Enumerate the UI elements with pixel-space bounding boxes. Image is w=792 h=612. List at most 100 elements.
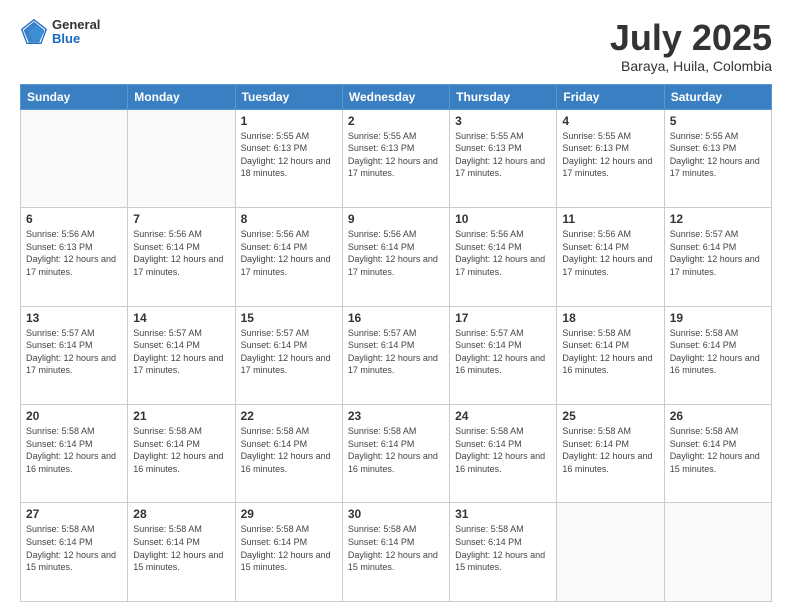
calendar-title: July 2025 xyxy=(610,18,772,58)
day-number: 16 xyxy=(348,311,444,325)
day-info: Sunrise: 5:58 AM Sunset: 6:14 PM Dayligh… xyxy=(348,523,444,573)
table-row: 26 Sunrise: 5:58 AM Sunset: 6:14 PM Dayli… xyxy=(664,405,771,503)
day-number: 27 xyxy=(26,507,122,521)
day-number: 24 xyxy=(455,409,551,423)
table-row: 25 Sunrise: 5:58 AM Sunset: 6:14 PM Dayli… xyxy=(557,405,664,503)
day-info: Sunrise: 5:55 AM Sunset: 6:13 PM Dayligh… xyxy=(562,130,658,180)
col-monday: Monday xyxy=(128,84,235,109)
day-info: Sunrise: 5:55 AM Sunset: 6:13 PM Dayligh… xyxy=(241,130,337,180)
calendar-week-row: 6Sunrise: 5:56 AM Sunset: 6:13 PM Daylig… xyxy=(21,208,772,306)
day-number: 19 xyxy=(670,311,766,325)
logo: General Blue xyxy=(20,18,100,47)
table-row: 21 Sunrise: 5:58 AM Sunset: 6:14 PM Dayli… xyxy=(128,405,235,503)
table-row: 29 Sunrise: 5:58 AM Sunset: 6:14 PM Dayli… xyxy=(235,503,342,602)
day-number: 30 xyxy=(348,507,444,521)
day-info: Sunrise: 5:58 AM Sunset: 6:14 PM Dayligh… xyxy=(241,523,337,573)
day-number: 2 xyxy=(348,114,444,128)
day-number: 25 xyxy=(562,409,658,423)
col-wednesday: Wednesday xyxy=(342,84,449,109)
table-row xyxy=(664,503,771,602)
day-info: Sunrise: 5:58 AM Sunset: 6:14 PM Dayligh… xyxy=(455,523,551,573)
day-info: Sunrise: 5:58 AM Sunset: 6:14 PM Dayligh… xyxy=(670,425,766,475)
day-info: Sunrise: 5:55 AM Sunset: 6:13 PM Dayligh… xyxy=(348,130,444,180)
table-row: 28 Sunrise: 5:58 AM Sunset: 6:14 PM Dayli… xyxy=(128,503,235,602)
day-number: 3 xyxy=(455,114,551,128)
day-info: Sunrise: 5:57 AM Sunset: 6:14 PM Dayligh… xyxy=(133,327,229,377)
calendar-subtitle: Baraya, Huila, Colombia xyxy=(610,58,772,74)
day-number: 12 xyxy=(670,212,766,226)
day-info: Sunrise: 5:58 AM Sunset: 6:14 PM Dayligh… xyxy=(133,425,229,475)
day-info: Sunrise: 5:57 AM Sunset: 6:14 PM Dayligh… xyxy=(455,327,551,377)
day-info: Sunrise: 5:58 AM Sunset: 6:14 PM Dayligh… xyxy=(241,425,337,475)
day-info: Sunrise: 5:56 AM Sunset: 6:14 PM Dayligh… xyxy=(241,228,337,278)
table-row: 23Sunrise: 5:58 AM Sunset: 6:14 PM Dayli… xyxy=(342,405,449,503)
day-info: Sunrise: 5:55 AM Sunset: 6:13 PM Dayligh… xyxy=(455,130,551,180)
table-row xyxy=(21,109,128,207)
table-row: 3 Sunrise: 5:55 AM Sunset: 6:13 PM Daylig… xyxy=(450,109,557,207)
day-info: Sunrise: 5:57 AM Sunset: 6:14 PM Dayligh… xyxy=(26,327,122,377)
calendar-week-row: 13 Sunrise: 5:57 AM Sunset: 6:14 PM Dayli… xyxy=(21,306,772,404)
table-row: 1 Sunrise: 5:55 AM Sunset: 6:13 PM Daylig… xyxy=(235,109,342,207)
day-number: 1 xyxy=(241,114,337,128)
col-friday: Friday xyxy=(557,84,664,109)
day-number: 8 xyxy=(241,212,337,226)
table-row: 7 Sunrise: 5:56 AM Sunset: 6:14 PM Daylig… xyxy=(128,208,235,306)
table-row: 12 Sunrise: 5:57 AM Sunset: 6:14 PM Dayli… xyxy=(664,208,771,306)
day-number: 23 xyxy=(348,409,444,423)
day-number: 7 xyxy=(133,212,229,226)
table-row: 5 Sunrise: 5:55 AM Sunset: 6:13 PM Daylig… xyxy=(664,109,771,207)
calendar-header-row: Sunday Monday Tuesday Wednesday Thursday… xyxy=(21,84,772,109)
day-info: Sunrise: 5:56 AM Sunset: 6:13 PM Dayligh… xyxy=(26,228,122,278)
table-row: 30 Sunrise: 5:58 AM Sunset: 6:14 PM Dayli… xyxy=(342,503,449,602)
calendar-week-row: 27 Sunrise: 5:58 AM Sunset: 6:14 PM Dayli… xyxy=(21,503,772,602)
table-row: 18Sunrise: 5:58 AM Sunset: 6:14 PM Dayli… xyxy=(557,306,664,404)
table-row: 2 Sunrise: 5:55 AM Sunset: 6:13 PM Daylig… xyxy=(342,109,449,207)
day-info: Sunrise: 5:58 AM Sunset: 6:14 PM Dayligh… xyxy=(133,523,229,573)
logo-blue-text: Blue xyxy=(52,32,100,46)
col-saturday: Saturday xyxy=(664,84,771,109)
day-number: 28 xyxy=(133,507,229,521)
day-number: 26 xyxy=(670,409,766,423)
page: General Blue July 2025 Baraya, Huila, Co… xyxy=(0,0,792,612)
day-info: Sunrise: 5:56 AM Sunset: 6:14 PM Dayligh… xyxy=(133,228,229,278)
day-info: Sunrise: 5:58 AM Sunset: 6:14 PM Dayligh… xyxy=(26,425,122,475)
table-row: 27 Sunrise: 5:58 AM Sunset: 6:14 PM Dayli… xyxy=(21,503,128,602)
day-info: Sunrise: 5:57 AM Sunset: 6:14 PM Dayligh… xyxy=(241,327,337,377)
logo-general-text: General xyxy=(52,18,100,32)
day-number: 14 xyxy=(133,311,229,325)
day-number: 29 xyxy=(241,507,337,521)
day-number: 11 xyxy=(562,212,658,226)
col-tuesday: Tuesday xyxy=(235,84,342,109)
table-row: 14 Sunrise: 5:57 AM Sunset: 6:14 PM Dayli… xyxy=(128,306,235,404)
day-info: Sunrise: 5:56 AM Sunset: 6:14 PM Dayligh… xyxy=(562,228,658,278)
day-info: Sunrise: 5:56 AM Sunset: 6:14 PM Dayligh… xyxy=(455,228,551,278)
day-info: Sunrise: 5:57 AM Sunset: 6:14 PM Dayligh… xyxy=(670,228,766,278)
table-row xyxy=(557,503,664,602)
table-row: 6Sunrise: 5:56 AM Sunset: 6:13 PM Daylig… xyxy=(21,208,128,306)
table-row: 24 Sunrise: 5:58 AM Sunset: 6:14 PM Dayli… xyxy=(450,405,557,503)
table-row: 20 Sunrise: 5:58 AM Sunset: 6:14 PM Dayli… xyxy=(21,405,128,503)
day-number: 21 xyxy=(133,409,229,423)
table-row: 31 Sunrise: 5:58 AM Sunset: 6:14 PM Dayli… xyxy=(450,503,557,602)
day-info: Sunrise: 5:55 AM Sunset: 6:13 PM Dayligh… xyxy=(670,130,766,180)
day-info: Sunrise: 5:57 AM Sunset: 6:14 PM Dayligh… xyxy=(348,327,444,377)
day-number: 20 xyxy=(26,409,122,423)
title-block: July 2025 Baraya, Huila, Colombia xyxy=(610,18,772,74)
day-number: 18 xyxy=(562,311,658,325)
day-number: 31 xyxy=(455,507,551,521)
table-row: 19Sunrise: 5:58 AM Sunset: 6:14 PM Dayli… xyxy=(664,306,771,404)
table-row: 11 Sunrise: 5:56 AM Sunset: 6:14 PM Dayli… xyxy=(557,208,664,306)
header: General Blue July 2025 Baraya, Huila, Co… xyxy=(20,18,772,74)
table-row: 4Sunrise: 5:55 AM Sunset: 6:13 PM Daylig… xyxy=(557,109,664,207)
table-row: 17 Sunrise: 5:57 AM Sunset: 6:14 PM Dayli… xyxy=(450,306,557,404)
day-number: 17 xyxy=(455,311,551,325)
day-info: Sunrise: 5:58 AM Sunset: 6:14 PM Dayligh… xyxy=(26,523,122,573)
day-number: 5 xyxy=(670,114,766,128)
day-info: Sunrise: 5:58 AM Sunset: 6:14 PM Dayligh… xyxy=(455,425,551,475)
table-row: 13 Sunrise: 5:57 AM Sunset: 6:14 PM Dayli… xyxy=(21,306,128,404)
calendar-week-row: 20 Sunrise: 5:58 AM Sunset: 6:14 PM Dayli… xyxy=(21,405,772,503)
table-row: 22Sunrise: 5:58 AM Sunset: 6:14 PM Dayli… xyxy=(235,405,342,503)
calendar-table: Sunday Monday Tuesday Wednesday Thursday… xyxy=(20,84,772,602)
day-number: 13 xyxy=(26,311,122,325)
day-info: Sunrise: 5:58 AM Sunset: 6:14 PM Dayligh… xyxy=(562,425,658,475)
